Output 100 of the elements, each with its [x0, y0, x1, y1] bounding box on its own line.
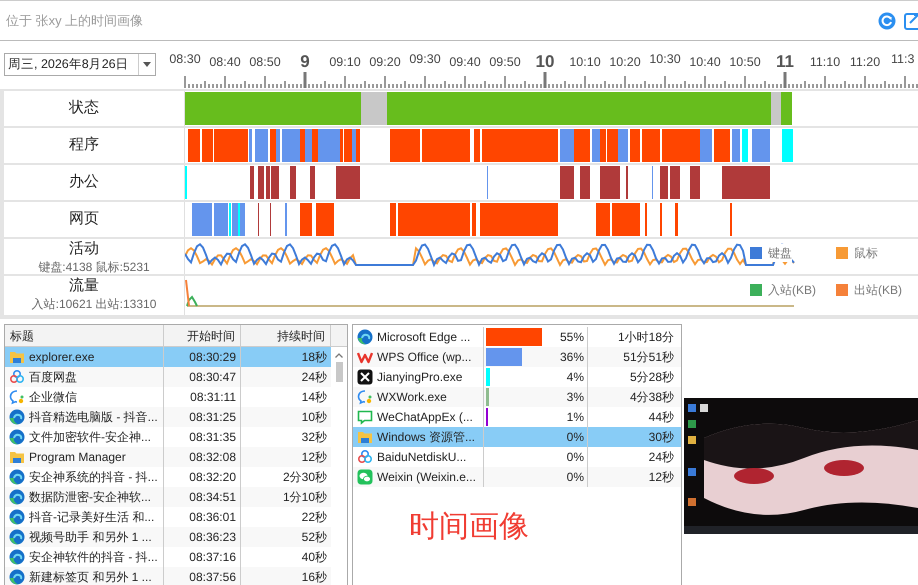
chevron-up-icon[interactable] — [335, 353, 343, 358]
table-cell-text: 14秒 — [300, 389, 328, 406]
table-row[interactable]: WPS Office (wp... 36% 51分51秒 — [353, 347, 681, 367]
band-label: 活动 — [69, 240, 100, 258]
table-cell-text: 18秒 — [300, 349, 328, 366]
date-dropdown[interactable]: 周三, 2026年8月26日 — [4, 53, 156, 76]
table-row[interactable]: Windows 资源管... 0% 30秒 — [353, 427, 681, 447]
table-cell-text: JianyingPro.exe — [377, 369, 462, 386]
table-row[interactable]: 抖音精选电脑版 - 抖音... 08:31:25 10秒 — [5, 407, 331, 427]
table-cell-text: 51分51秒 — [622, 349, 675, 366]
table-cell-text: 08:37:56 — [189, 569, 236, 585]
table-cell-text: 4% — [566, 369, 584, 386]
time-label: 11:3 — [891, 52, 914, 66]
table-row[interactable]: explorer.exe 08:30:29 18秒 — [5, 347, 331, 367]
table-cell-text: 抖音精选电脑版 - 抖音... — [29, 409, 158, 426]
table-cell-text: 4分38秒 — [628, 389, 675, 406]
table-row[interactable]: WXWork.exe 3% 4分38秒 — [353, 387, 681, 407]
folder-icon — [9, 449, 25, 465]
table-cell-text: 12秒 — [648, 469, 675, 486]
table-cell-text: 3% — [566, 389, 584, 406]
table-cell-text: 抖音-记录美好生活 和... — [29, 509, 154, 526]
table-cell-text: 数据防泄密-安企神软... — [29, 489, 151, 506]
table-cell-text: 08:31:25 — [189, 409, 236, 426]
table-cell-text: WeChatAppEx (... — [377, 409, 473, 426]
table-row[interactable]: 数据防泄密-安企神软... 08:34:51 1分10秒 — [5, 487, 331, 507]
table-cell-text: 08:36:01 — [189, 509, 236, 526]
band-label: 程序 — [69, 135, 100, 156]
table-cell-text: Microsoft Edge ... — [377, 329, 470, 346]
table-row[interactable]: Weixin (Weixin.e... 0% 12秒 — [353, 467, 681, 487]
table-cell-text: 08:34:51 — [189, 489, 236, 506]
table-cell-text: Windows 资源管... — [377, 429, 476, 446]
column-header[interactable]: 持续时间 — [241, 325, 331, 347]
swirl-icon — [9, 529, 25, 545]
time-label: 09:30 — [409, 52, 441, 66]
time-label: 09:10 — [329, 55, 361, 69]
time-label: 10:40 — [689, 55, 721, 69]
table-cell-text: 08:31:35 — [189, 429, 236, 446]
band-summary: 键盘:4138 鼠标:5231 — [38, 259, 150, 276]
table-row[interactable]: 百度网盘 08:30:47 24秒 — [5, 367, 331, 387]
cross-square-icon — [357, 369, 373, 385]
table-cell-text: 22秒 — [300, 509, 328, 526]
table-cell-text: 36% — [560, 349, 584, 366]
swirl-icon — [9, 549, 25, 565]
swirl-icon — [9, 409, 25, 425]
time-label: 11 — [776, 52, 794, 71]
legend-label: 入站(KB) — [768, 281, 816, 299]
table-cell-text: 30秒 — [648, 429, 675, 446]
table-cell-text: Weixin (Weixin.e... — [377, 469, 476, 486]
folder-icon — [9, 349, 25, 365]
column-header[interactable]: 标题 — [5, 325, 164, 347]
table-cell-text: 新建标签页 和另外 1 ... — [29, 569, 152, 585]
table-cell-text: 08:30:47 — [189, 369, 236, 386]
refresh-icon[interactable] — [878, 12, 896, 30]
table-cell-text: 安企神软件的抖音 - 抖... — [29, 549, 158, 566]
circles-icon — [9, 369, 25, 385]
time-label: 08:40 — [209, 55, 241, 69]
folder-icon — [357, 429, 373, 445]
time-label: 09:20 — [369, 55, 401, 69]
table-cell-text: 视频号助手 和另外 1 ... — [29, 529, 152, 546]
table-cell-text: 2分30秒 — [282, 469, 328, 486]
table-cell-text: 08:37:16 — [189, 549, 236, 566]
table-cell-text: 32秒 — [300, 429, 328, 446]
table-cell-text: 安企神系统的抖音 - 抖... — [29, 469, 158, 486]
table-cell-text: 1分10秒 — [282, 489, 328, 506]
table-cell-text: 08:30:29 — [189, 349, 236, 366]
table-cell-text: 24秒 — [648, 449, 675, 466]
table-row[interactable]: Program Manager 08:32:08 12秒 — [5, 447, 331, 467]
page-title: 位于 张xy 上的时间画像 — [6, 12, 144, 30]
table-cell-text: 52秒 — [300, 529, 328, 546]
table-cell-text: BaiduNetdiskU... — [377, 449, 466, 466]
table-cell-text: 08:36:23 — [189, 529, 236, 546]
time-label: 11:10 — [810, 55, 840, 69]
table-cell-text: 百度网盘 — [29, 369, 77, 386]
table-row[interactable]: 新建标签页 和另外 1 ... 08:37:56 16秒 — [5, 567, 331, 585]
band-label: 办公 — [69, 172, 100, 192]
table-cell-text: Program Manager — [29, 449, 126, 466]
swirl-icon — [9, 569, 25, 585]
time-label: 08:50 — [249, 55, 281, 69]
table-cell-text: 企业微信 — [29, 389, 77, 406]
scrollbar-thumb[interactable] — [336, 362, 342, 382]
legend-label: 键盘 — [768, 244, 792, 262]
time-label: 10:20 — [609, 55, 641, 69]
time-label: 10 — [536, 52, 554, 71]
time-label: 09:40 — [449, 55, 481, 69]
table-cell-text: WXWork.exe — [377, 389, 447, 406]
column-header[interactable]: 开始时间 — [164, 325, 241, 347]
export-icon[interactable] — [904, 12, 918, 30]
caret-icon — [143, 62, 151, 67]
table-cell-text: explorer.exe — [29, 349, 94, 366]
time-label: 11:20 — [850, 55, 880, 69]
swirl-icon — [9, 429, 25, 445]
time-label: 10:10 — [569, 55, 601, 69]
table-cell-text: 55% — [560, 329, 584, 346]
caption-text: 时间画像 — [409, 509, 529, 545]
table-row[interactable]: 视频号助手 和另外 1 ... 08:36:23 52秒 — [5, 527, 331, 547]
table-cell-text: 1小时18分 — [616, 329, 675, 346]
swirl-icon — [9, 509, 25, 525]
table-cell-text: WPS Office (wp... — [377, 349, 472, 366]
legend-label: 出站(KB) — [854, 281, 902, 299]
chat-bubble-icon — [9, 389, 25, 405]
